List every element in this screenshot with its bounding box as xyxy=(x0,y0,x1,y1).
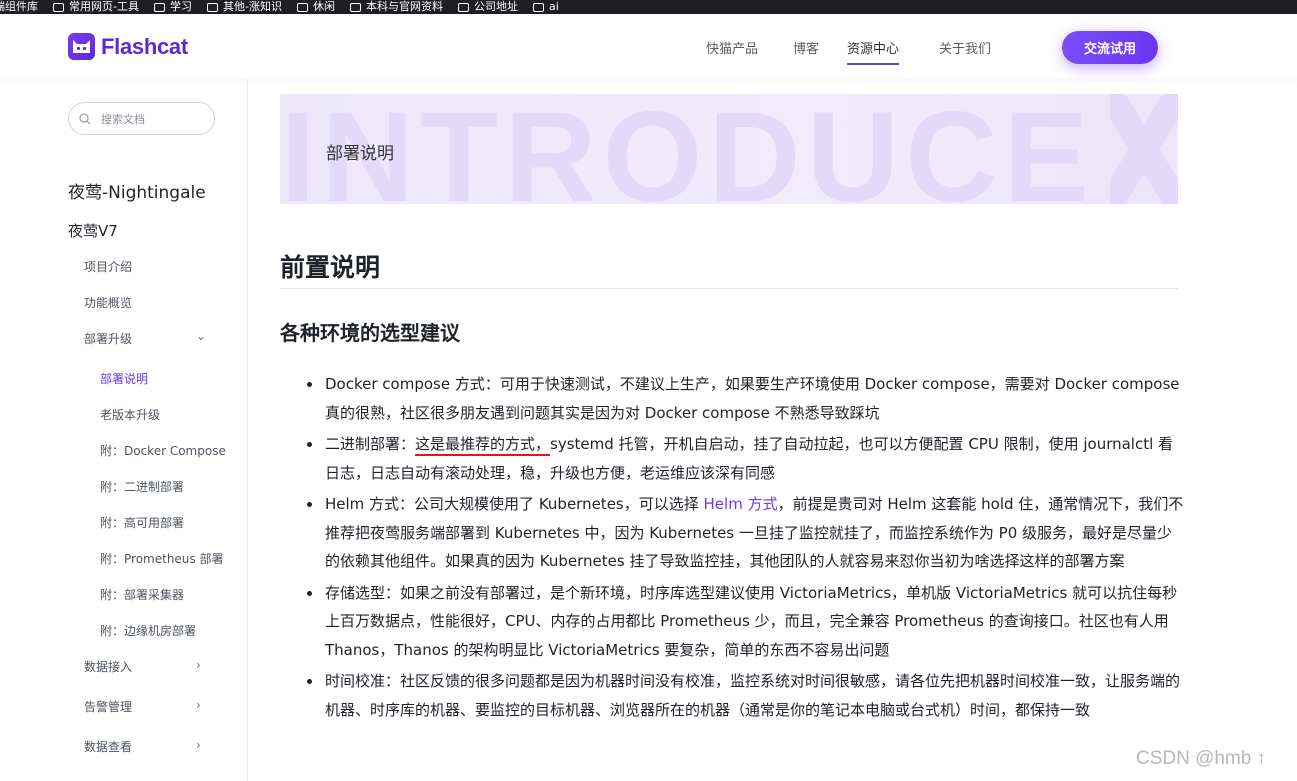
recommendation-list: Docker compose 方式：可用于快速测试，不建议上生产，如果要生产环境… xyxy=(307,370,1185,727)
folder-icon xyxy=(153,2,165,12)
bookmark-label: 学习 xyxy=(169,0,192,13)
section-heading: 各种环境的选型建议 xyxy=(280,321,460,345)
chevron-right-icon[interactable]: › xyxy=(196,658,201,672)
bookmark-item[interactable]: 本科与官网资料 xyxy=(349,0,443,13)
list-item: 二进制部署：这是最推荐的方式，systemd 托管，开机自启动，挂了自动拉起，也… xyxy=(307,430,1185,487)
sidebar-item-collector[interactable]: 附：部署采集器 xyxy=(100,586,184,603)
page-heading: 前置说明 xyxy=(280,253,381,282)
trial-button[interactable]: 交流试用 xyxy=(1062,31,1158,64)
helm-link[interactable]: Helm 方式 xyxy=(704,495,778,513)
bookmark-label: 休闲 xyxy=(312,0,335,13)
list-item-text: 存储选型：如果之前没有部署过，是个新环境，时序库选型建议使用 VictoriaM… xyxy=(325,583,1178,659)
sidebar-item-docker-compose[interactable]: 附：Docker Compose xyxy=(100,442,226,459)
bookmark-item[interactable]: 休闲 xyxy=(296,0,335,13)
logo[interactable]: Flashcat xyxy=(68,33,188,60)
banner-decoration-icon xyxy=(1110,94,1178,204)
watermark: CSDN @hmb ↑ xyxy=(1136,748,1267,769)
search-input[interactable]: 搜索文档 xyxy=(68,102,215,135)
flashcat-logo-icon xyxy=(68,33,95,60)
sidebar-item-data-view[interactable]: 数据查看 xyxy=(84,738,132,755)
bookmark-item[interactable]: 常用网页-工具 xyxy=(53,1,139,13)
list-item-prefix: Helm 方式：公司大规模使用了 Kubernetes，可以选择 xyxy=(325,495,704,513)
highlighted-text: 这是最推荐的方式， xyxy=(415,435,551,456)
search-icon xyxy=(79,112,91,124)
sidebar-item-overview[interactable]: 功能概览 xyxy=(84,294,132,311)
sidebar-item-ha[interactable]: 附：高可用部署 xyxy=(100,514,184,531)
folder-icon xyxy=(532,2,544,12)
sidebar-item-binary[interactable]: 附：二进制部署 xyxy=(100,478,184,495)
list-item: 存储选型：如果之前没有部署过，是个新环境，时序库选型建议使用 VictoriaM… xyxy=(307,579,1185,665)
folder-icon xyxy=(53,2,64,12)
bookmark-label: 公司地址 xyxy=(473,0,518,13)
chevron-down-icon[interactable]: ⌄ xyxy=(196,329,206,343)
chevron-right-icon[interactable]: › xyxy=(196,698,201,712)
nav-blog[interactable]: 博客 xyxy=(793,38,819,65)
folder-icon xyxy=(206,2,218,12)
bookmark-item[interactable]: 公司地址 xyxy=(457,0,518,13)
bookmark-label: 端组件库 xyxy=(0,0,38,13)
bookmark-item[interactable]: 端组件库 xyxy=(0,1,38,13)
sidebar-item-deploy-guide[interactable]: 部署说明 xyxy=(100,370,148,387)
nav-about[interactable]: 关于我们 xyxy=(939,38,991,65)
sidebar-item-data-ingest[interactable]: 数据接入 xyxy=(84,658,132,675)
sidebar-section-title[interactable]: 夜莺-Nightingale xyxy=(68,178,206,203)
search-placeholder: 搜索文档 xyxy=(101,112,145,126)
list-item: Docker compose 方式：可用于快速测试，不建议上生产，如果要生产环境… xyxy=(307,370,1185,427)
sidebar-item-upgrade[interactable]: 老版本升级 xyxy=(100,406,160,423)
bookmark-item[interactable]: 学习 xyxy=(153,0,192,13)
sidebar-item-deploy[interactable]: 部署升级 xyxy=(84,330,132,347)
folder-icon xyxy=(457,2,469,12)
bookmark-label: ai xyxy=(548,0,559,13)
banner-background-text: INTRODUCE xyxy=(280,94,1095,204)
sidebar-item-edge[interactable]: 附：边缘机房部署 xyxy=(100,622,196,639)
docs-sidebar: 搜索文档 夜莺-Nightingale 夜莺V7 项目介绍 功能概览 部署升级 … xyxy=(0,78,248,781)
list-item-text: Docker compose 方式：可用于快速测试，不建议上生产，如果要生产环境… xyxy=(325,375,1180,422)
sidebar-item-prometheus[interactable]: 附：Prometheus 部署 xyxy=(100,550,223,567)
bookmark-label: 常用网页-工具 xyxy=(69,0,139,13)
bookmark-item[interactable]: 其他-涨知识 xyxy=(206,0,282,13)
main-nav: 快猫产品 博客 资源中心 关于我们 xyxy=(700,38,991,65)
bookmark-label: 本科与官网资料 xyxy=(365,0,443,13)
list-item-text: 时间校准：社区反馈的很多问题都是因为机器时间没有校准，监控系统对时间很敏感，请各… xyxy=(325,672,1181,719)
site-header: Flashcat 快猫产品 博客 资源中心 关于我们 交流试用 xyxy=(0,14,1297,78)
sidebar-item-intro[interactable]: 项目介绍 xyxy=(84,258,132,275)
nav-products[interactable]: 快猫产品 xyxy=(706,38,758,65)
list-item: 时间校准：社区反馈的很多问题都是因为机器时间没有校准，监控系统对时间很敏感，请各… xyxy=(307,667,1185,724)
heading-divider xyxy=(280,288,1178,289)
folder-icon xyxy=(296,2,308,12)
page-banner: INTRODUCE 部署说明 xyxy=(280,94,1178,204)
bookmark-label: 其他-涨知识 xyxy=(222,0,282,13)
sidebar-version-title[interactable]: 夜莺V7 xyxy=(68,220,118,241)
list-item-prefix: 二进制部署： xyxy=(325,435,416,453)
folder-icon xyxy=(349,2,361,12)
bookmarks-bar: 端组件库 常用网页-工具 学习 其他-涨知识 休闲 本科与官网资料 公司地址 a… xyxy=(0,0,1297,14)
bookmark-item[interactable]: ai xyxy=(532,0,559,13)
list-item: Helm 方式：公司大规模使用了 Kubernetes，可以选择 Helm 方式… xyxy=(307,490,1185,576)
logo-text: Flashcat xyxy=(101,33,188,59)
banner-title: 部署说明 xyxy=(326,144,394,164)
nav-resources[interactable]: 资源中心 xyxy=(847,38,900,65)
chevron-right-icon[interactable]: › xyxy=(196,738,201,752)
sidebar-item-alerting[interactable]: 告警管理 xyxy=(84,698,132,715)
